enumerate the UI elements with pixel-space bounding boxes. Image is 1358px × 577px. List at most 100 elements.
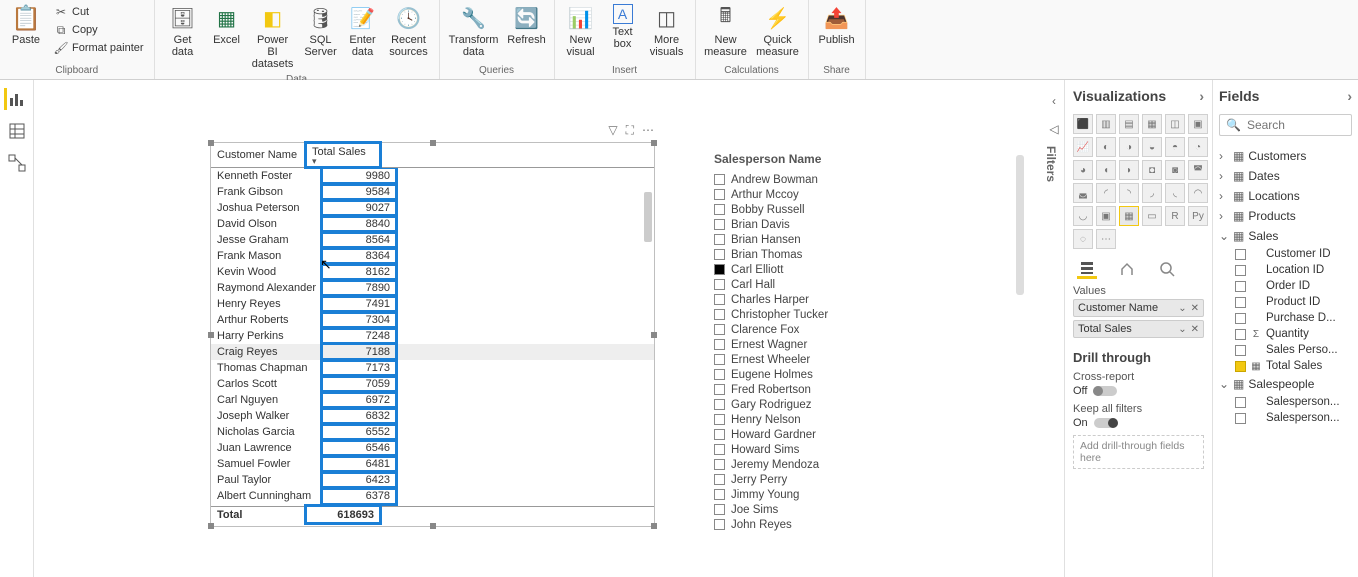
slicer-item[interactable]: John Reyes xyxy=(714,517,974,532)
viz-type-icon[interactable]: ◑ xyxy=(1119,137,1139,157)
fields-table-node[interactable]: ›▦Products xyxy=(1219,206,1352,226)
chevron-right-icon[interactable]: › xyxy=(1219,169,1229,183)
viz-type-icon[interactable]: ◔ xyxy=(1188,137,1208,157)
field-checkbox[interactable] xyxy=(1235,397,1246,408)
field-checkbox[interactable] xyxy=(1235,345,1246,356)
checkbox-icon[interactable] xyxy=(714,354,725,365)
field-node[interactable]: Product ID xyxy=(1219,294,1352,310)
refresh-button[interactable]: 🔄Refresh xyxy=(506,2,548,48)
slicer-item[interactable]: Jimmy Young xyxy=(714,487,974,502)
field-node[interactable]: Customer ID xyxy=(1219,246,1352,262)
viz-type-icon[interactable]: ◡ xyxy=(1073,206,1093,226)
recent-sources-button[interactable]: 🕓Recent sources xyxy=(385,2,433,60)
data-view-button[interactable] xyxy=(6,120,28,142)
viz-type-icon[interactable]: ◓ xyxy=(1165,137,1185,157)
table-row[interactable]: Arthur Roberts7304 xyxy=(211,312,654,328)
checkbox-icon[interactable] xyxy=(714,249,725,260)
viz-type-icon[interactable]: ◒ xyxy=(1142,137,1162,157)
slicer-item[interactable]: Andrew Bowman xyxy=(714,172,974,187)
slicer-item[interactable]: Carl Elliott xyxy=(714,262,974,277)
checkbox-icon[interactable] xyxy=(714,384,725,395)
checkbox-icon[interactable] xyxy=(714,189,725,200)
slicer-item[interactable]: Howard Sims xyxy=(714,442,974,457)
sql-server-button[interactable]: 🛢SQL Server xyxy=(301,2,341,60)
resize-handle[interactable] xyxy=(651,140,657,146)
slicer-item[interactable]: Brian Hansen xyxy=(714,232,974,247)
viz-type-icon[interactable]: ◠ xyxy=(1188,183,1208,203)
table-row[interactable]: Craig Reyes7188 xyxy=(211,344,654,360)
field-checkbox[interactable] xyxy=(1235,329,1246,340)
viz-type-icon[interactable]: ◌ xyxy=(1073,229,1093,249)
cut-button[interactable]: ✂Cut xyxy=(50,4,148,20)
keep-filters-toggle[interactable] xyxy=(1094,418,1118,428)
checkbox-icon[interactable] xyxy=(714,399,725,410)
checkbox-icon[interactable] xyxy=(714,489,725,500)
viz-tab-fields[interactable] xyxy=(1077,259,1097,279)
resize-handle[interactable] xyxy=(208,140,214,146)
checkbox-icon[interactable] xyxy=(714,474,725,485)
remove-icon[interactable]: ✕ xyxy=(1191,324,1199,335)
text-box-button[interactable]: AText box xyxy=(605,2,641,52)
table-row[interactable]: Joshua Peterson9027 xyxy=(211,200,654,216)
copy-button[interactable]: ⧉Copy xyxy=(50,22,148,38)
more-visuals-button[interactable]: ◫More visuals xyxy=(645,2,689,60)
format-painter-button[interactable]: 🖌Format painter xyxy=(50,40,148,56)
slicer-item[interactable]: Ernest Wagner xyxy=(714,337,974,352)
slicer-item[interactable]: Bobby Russell xyxy=(714,202,974,217)
report-view-button[interactable] xyxy=(4,88,26,110)
filters-pane-collapsed[interactable]: ‹ ◁ Filters xyxy=(1044,90,1064,210)
viz-type-icon[interactable]: 📈 xyxy=(1073,137,1093,157)
field-checkbox[interactable] xyxy=(1235,265,1246,276)
chevron-right-icon[interactable]: › xyxy=(1219,209,1229,223)
fields-search[interactable]: 🔍 xyxy=(1219,114,1352,136)
viz-tab-format[interactable] xyxy=(1117,259,1137,279)
checkbox-icon[interactable] xyxy=(714,309,725,320)
slicer-item[interactable]: Henry Nelson xyxy=(714,412,974,427)
fields-table-node[interactable]: ⌄▦Sales xyxy=(1219,226,1352,246)
checkbox-icon[interactable] xyxy=(714,324,725,335)
chevron-down-icon[interactable]: ⌄ xyxy=(1219,377,1229,391)
table-row[interactable]: Frank Gibson9584 xyxy=(211,184,654,200)
quick-measure-button[interactable]: ⚡Quick measure xyxy=(754,2,802,60)
field-node[interactable]: Salesperson... xyxy=(1219,394,1352,410)
powerbi-datasets-button[interactable]: ◧Power BI datasets xyxy=(249,2,297,72)
field-pill-total-sales[interactable]: Total Sales⌄✕ xyxy=(1073,320,1204,338)
fields-table-node[interactable]: ›▦Customers xyxy=(1219,146,1352,166)
checkbox-icon[interactable] xyxy=(714,234,725,245)
table-row[interactable]: Frank Mason8364 xyxy=(211,248,654,264)
field-checkbox[interactable] xyxy=(1235,313,1246,324)
slicer-item[interactable]: Ernest Wheeler xyxy=(714,352,974,367)
expand-filters-icon[interactable]: ‹ xyxy=(1044,90,1064,112)
excel-button[interactable]: ▦Excel xyxy=(209,2,245,48)
viz-type-icon[interactable]: ▦ xyxy=(1142,114,1162,134)
table-visual[interactable]: ▽ ⛶ ⋯ Customer Name Total Sales▾ Kenneth… xyxy=(210,142,655,527)
model-view-button[interactable] xyxy=(6,152,28,174)
field-node[interactable]: Location ID xyxy=(1219,262,1352,278)
checkbox-icon[interactable] xyxy=(714,504,725,515)
checkbox-icon[interactable] xyxy=(714,429,725,440)
viz-type-icon[interactable]: ◜ xyxy=(1096,183,1116,203)
slicer-item[interactable]: Brian Thomas xyxy=(714,247,974,262)
slicer-item[interactable]: Clarence Fox xyxy=(714,322,974,337)
fields-table-node[interactable]: ›▦Dates xyxy=(1219,166,1352,186)
checkbox-icon[interactable] xyxy=(714,294,725,305)
viz-type-icon[interactable]: ◛ xyxy=(1073,183,1093,203)
table-row[interactable]: Paul Taylor6423 xyxy=(211,472,654,488)
checkbox-icon[interactable] xyxy=(714,279,725,290)
paste-button[interactable]: 📋 Paste xyxy=(6,2,46,48)
viz-type-icon[interactable]: ⋯ xyxy=(1096,229,1116,249)
filter-icon[interactable]: ▽ xyxy=(608,123,617,138)
checkbox-icon[interactable] xyxy=(714,519,725,530)
viz-type-icon[interactable]: ◘ xyxy=(1142,160,1162,180)
resize-handle[interactable] xyxy=(430,140,436,146)
transform-data-button[interactable]: 🔧Transform data xyxy=(446,2,502,60)
report-canvas[interactable]: ▽ ⛶ ⋯ Customer Name Total Sales▾ Kenneth… xyxy=(34,80,1044,577)
viz-tab-analytics[interactable] xyxy=(1157,259,1177,279)
search-input[interactable] xyxy=(1247,118,1345,132)
drillthrough-well[interactable]: Add drill-through fields here xyxy=(1073,435,1204,469)
slicer-item[interactable]: Brian Davis xyxy=(714,217,974,232)
checkbox-icon[interactable] xyxy=(714,204,725,215)
field-node[interactable]: Sales Perso... xyxy=(1219,342,1352,358)
table-row[interactable]: Thomas Chapman7173 xyxy=(211,360,654,376)
field-checkbox[interactable] xyxy=(1235,297,1246,308)
